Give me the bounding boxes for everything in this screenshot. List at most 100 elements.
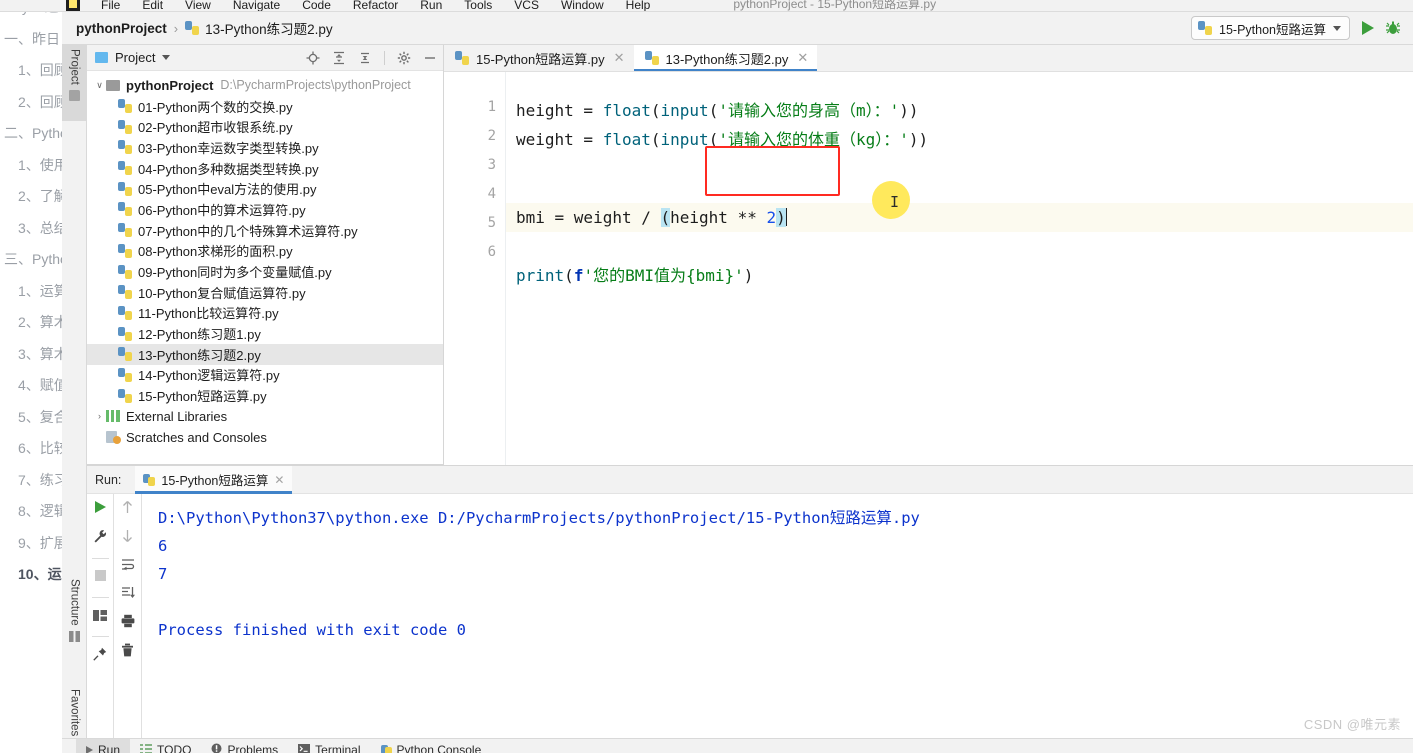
document-outline-line: 一、昨日 <box>4 30 60 47</box>
tree-row-file[interactable]: 10-Python复合赋值运算符.py <box>87 282 443 303</box>
tree-row-file[interactable]: 03-Python幸运数字类型转换.py <box>87 137 443 158</box>
code-token: input <box>660 101 709 120</box>
tree-row-file[interactable]: 06-Python中的算术运算符.py <box>87 199 443 220</box>
menu-item-vcs[interactable]: VCS <box>503 0 550 11</box>
editor-tab-13[interactable]: 13-Python练习题2.py ✕ <box>633 45 818 71</box>
locate-target-icon[interactable] <box>306 51 320 65</box>
breadcrumb-file[interactable]: 13-Python练习题2.py <box>205 18 333 38</box>
document-outline-line: 3、总结 <box>4 219 62 236</box>
tree-row-file[interactable]: 08-Python求梯形的面积.py <box>87 241 443 262</box>
code-line-4: bmi = weight / (height ** 2) <box>516 203 788 232</box>
sidebar-item-structure[interactable]: Structure <box>62 575 87 655</box>
scroll-to-end-icon[interactable] <box>121 586 135 604</box>
todo-icon <box>140 743 153 753</box>
minimize-icon[interactable] <box>423 51 437 65</box>
tree-file-label: 14-Python逻辑运算符.py <box>138 368 280 384</box>
status-bar-run[interactable]: Run <box>76 739 131 753</box>
run-tab[interactable]: 15-Python短路运算 ✕ <box>135 465 293 494</box>
tree-row-file[interactable]: 09-Python同时为多个变量赋值.py <box>87 261 443 282</box>
code-token: input <box>660 130 709 149</box>
console-output[interactable]: D:\Python\Python37\python.exe D:/Pycharm… <box>142 494 1413 738</box>
tree-row-external-libraries[interactable]: › External Libraries <box>87 406 443 427</box>
debug-button[interactable] <box>1385 20 1401 36</box>
run-configuration-selector[interactable]: 15-Python短路运算 <box>1191 16 1350 40</box>
run-triangle-icon <box>86 746 93 753</box>
status-bar-python-console[interactable]: Python Console <box>371 739 492 753</box>
pin-icon[interactable] <box>93 647 107 666</box>
layout-icon[interactable] <box>93 608 107 626</box>
run-button[interactable] <box>1360 20 1375 36</box>
status-bar-label: TODO <box>157 743 192 753</box>
line-number: 6 <box>487 244 496 260</box>
menu-item-tools[interactable]: Tools <box>453 0 503 11</box>
menu-item-navigate[interactable]: Navigate <box>222 0 291 11</box>
tree-file-label: 09-Python同时为多个变量赋值.py <box>138 265 332 281</box>
python-file-icon <box>143 473 156 486</box>
tree-row-file[interactable]: 02-Python超市收银系统.py <box>87 116 443 137</box>
tree-file-label: 10-Python复合赋值运算符.py <box>138 285 306 301</box>
wrench-settings-icon[interactable] <box>93 529 107 548</box>
rerun-icon[interactable] <box>93 500 107 519</box>
document-outline-line: 3、算术 <box>4 345 62 362</box>
editor-tab-15[interactable]: 15-Python短路运算.py ✕ <box>444 45 634 71</box>
arrow-up-icon[interactable] <box>121 500 134 519</box>
collapse-all-icon[interactable] <box>358 51 372 65</box>
trash-icon[interactable] <box>121 643 134 662</box>
breadcrumb-project[interactable]: pythonProject <box>76 21 167 36</box>
pycharm-window: Day02之P一、昨日 1、回顾 2、回顾二、Pytho 1、使用 2、了解 3… <box>0 0 1413 753</box>
menu-item-view[interactable]: View <box>174 0 222 11</box>
tree-row-file[interactable]: 14-Python逻辑运算符.py <box>87 365 443 386</box>
tree-file-label: 02-Python超市收银系统.py <box>138 120 293 136</box>
run-panel-body: D:\Python\Python37\python.exe D:/Pycharm… <box>87 494 1413 738</box>
menu-item-run[interactable]: Run <box>409 0 453 11</box>
tree-row-project-root[interactable]: ∨ pythonProject D:\PycharmProjects\pytho… <box>87 75 443 96</box>
tree-row-scratches[interactable]: Scratches and Consoles <box>87 427 443 448</box>
watermark: CSDN @唯元素 <box>1303 717 1401 732</box>
code-token: f <box>573 266 584 285</box>
close-icon[interactable]: ✕ <box>797 50 808 66</box>
status-bar-terminal[interactable]: Terminal <box>288 739 370 753</box>
tree-row-file[interactable]: 04-Python多种数据类型转换.py <box>87 158 443 179</box>
tree-row-file[interactable]: 11-Python比较运算符.py <box>87 303 443 324</box>
code-token: ) <box>743 266 754 285</box>
close-icon[interactable]: ✕ <box>614 50 625 66</box>
menu-item-help[interactable]: Help <box>615 0 662 11</box>
menu-item-file[interactable]: File <box>90 0 131 11</box>
divider <box>91 558 109 559</box>
close-icon[interactable]: ✕ <box>274 473 284 487</box>
menu-item-code[interactable]: Code <box>291 0 342 11</box>
chevron-right-icon[interactable]: › <box>93 411 106 421</box>
tree-file-label: 15-Python短路运算.py <box>138 389 267 405</box>
tree-row-file[interactable]: 07-Python中的几个特殊算术运算符.py <box>87 220 443 241</box>
tree-row-file[interactable]: 01-Python两个数的交换.py <box>87 96 443 117</box>
chevron-down-icon[interactable]: ∨ <box>93 80 106 91</box>
expand-all-icon[interactable] <box>332 51 346 65</box>
code-token: float <box>602 130 651 149</box>
gear-icon[interactable] <box>397 51 411 65</box>
code-text[interactable]: height = float(input('请输入您的身高（m）：')) wei… <box>506 72 1413 465</box>
run-configuration-label: 15-Python短路运算 <box>1219 22 1326 37</box>
tree-row-file[interactable]: 05-Python中eval方法的使用.py <box>87 178 443 199</box>
status-bar-problems[interactable]: Problems <box>201 739 288 753</box>
code-line-1: height = float(input('请输入您的身高（m）：')) <box>516 96 919 125</box>
code-editor[interactable]: 1 2 3 4 5 6 height = float(input('请输入您的身… <box>444 72 1413 465</box>
menu-item-edit[interactable]: Edit <box>131 0 174 11</box>
tree-row-file[interactable]: 13-Python练习题2.py <box>87 343 443 365</box>
stop-icon[interactable] <box>94 569 107 587</box>
print-icon[interactable] <box>121 614 135 633</box>
line-number: 1 <box>487 99 496 115</box>
chevron-down-icon[interactable] <box>162 55 171 60</box>
menu-item-window[interactable]: Window <box>550 0 615 11</box>
arrow-down-icon[interactable] <box>121 529 134 548</box>
red-annotation-rectangle <box>705 146 840 196</box>
chevron-down-icon <box>1333 25 1341 31</box>
sidebar-item-project[interactable]: Project <box>62 45 87 121</box>
navigation-toolbar: pythonProject › 13-Python练习题2.py 15-Pyth… <box>62 12 1413 45</box>
status-bar-todo[interactable]: TODO <box>130 739 201 753</box>
structure-icon <box>69 630 80 642</box>
tree-row-file[interactable]: 12-Python练习题1.py <box>87 323 443 344</box>
soft-wrap-icon[interactable] <box>121 558 135 576</box>
tree-row-file[interactable]: 15-Python短路运算.py <box>87 385 443 406</box>
tree-file-label: 08-Python求梯形的面积.py <box>138 244 293 260</box>
menu-item-refactor[interactable]: Refactor <box>342 0 409 11</box>
